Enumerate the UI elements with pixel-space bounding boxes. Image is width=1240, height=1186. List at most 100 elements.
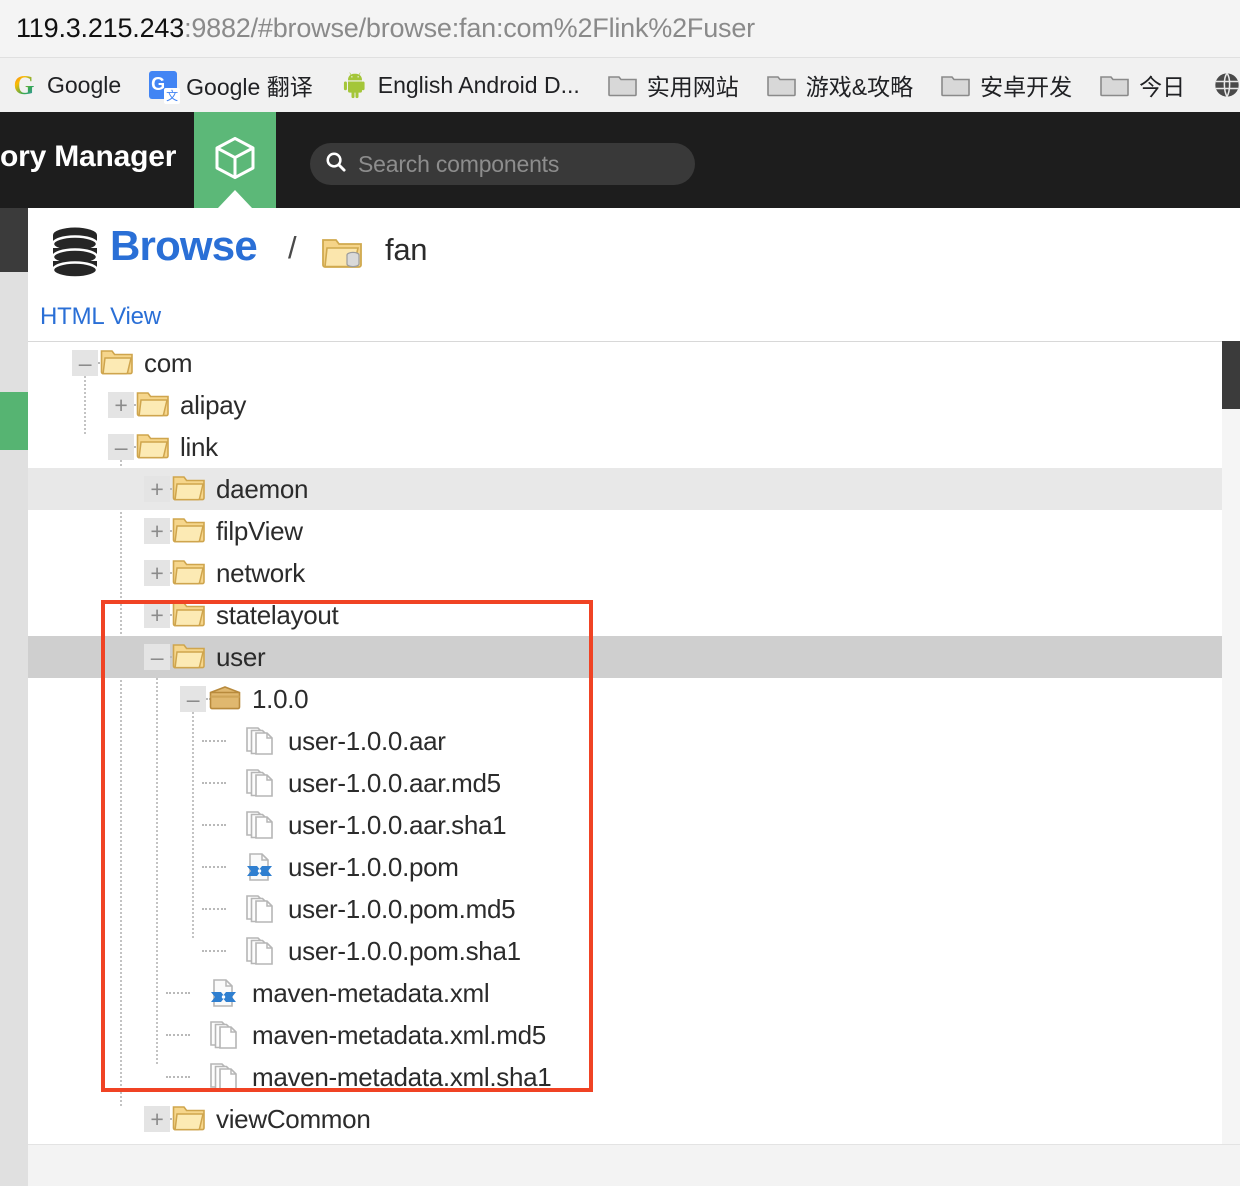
file-icon: [244, 894, 276, 931]
collapse-toggle-icon[interactable]: –: [180, 686, 206, 712]
repository-folder-icon: [321, 236, 363, 275]
tree-node-row[interactable]: + statelayout: [28, 594, 1228, 636]
collapse-toggle-icon[interactable]: –: [108, 434, 134, 460]
tree-node-label[interactable]: user-1.0.0.aar.md5: [288, 768, 501, 799]
tree-node-row[interactable]: user-1.0.0.pom: [28, 846, 1228, 888]
tree-node-label[interactable]: network: [216, 558, 305, 589]
address-bar[interactable]: 119.3.215.243:9882/#browse/browse:fan:co…: [0, 0, 1240, 57]
bookmark-folder-2[interactable]: 游戏&攻略: [753, 63, 927, 107]
page-header: Browse / fan HTML View: [28, 208, 1240, 339]
expand-toggle-icon[interactable]: +: [144, 476, 170, 502]
xml-file-icon: [244, 852, 276, 889]
expand-toggle-icon[interactable]: +: [144, 602, 170, 628]
tree-node-row[interactable]: user-1.0.0.aar.sha1: [28, 804, 1228, 846]
tree-node-row[interactable]: user-1.0.0.aar: [28, 720, 1228, 762]
tree-node-label[interactable]: link: [180, 432, 218, 463]
tree-node-row[interactable]: – 1.0.0: [28, 678, 1228, 720]
page-title: Browse: [110, 222, 258, 269]
bookmark-google-translate[interactable]: Google 翻译: [135, 63, 327, 107]
folder-icon: [172, 516, 206, 551]
tree-connector: [202, 740, 226, 742]
tree-node-label[interactable]: com: [144, 348, 193, 379]
folder-icon: [172, 1104, 206, 1139]
bookmark-label: 安卓开发: [980, 74, 1073, 100]
folder-icon: [136, 390, 170, 425]
tree-node-label[interactable]: user: [216, 642, 266, 673]
tree-node-row[interactable]: user-1.0.0.pom.md5: [28, 888, 1228, 930]
bookmark-folder-1[interactable]: 实用网站: [594, 63, 753, 107]
cube-icon: [211, 133, 259, 188]
tree-connector: [166, 1076, 190, 1078]
tree-connector: [166, 1034, 190, 1036]
tree-node-row[interactable]: maven-metadata.xml: [28, 972, 1228, 1014]
bookmark-english-android[interactable]: English Android D...: [327, 63, 594, 107]
tree-node-label[interactable]: maven-metadata.xml: [252, 978, 490, 1009]
sidebar-rail-lower: [0, 450, 28, 1186]
tree-node-label[interactable]: user-1.0.0.aar.sha1: [288, 810, 507, 841]
app-title: ory Manager: [0, 140, 177, 173]
tree-node-row[interactable]: + daemon: [28, 468, 1228, 510]
tree-node-row[interactable]: user-1.0.0.pom.sha1: [28, 930, 1228, 972]
tree-scrollbar[interactable]: [1222, 341, 1240, 1144]
tree-node-row[interactable]: – user: [28, 636, 1228, 678]
tree-node-row[interactable]: – com: [28, 342, 1228, 384]
bookmark-label: Google 翻译: [186, 74, 313, 100]
folder-icon: [766, 73, 797, 97]
tree-node-label[interactable]: alipay: [180, 390, 246, 421]
search-components-box[interactable]: Search components: [310, 143, 695, 185]
tree-node-row[interactable]: maven-metadata.xml.md5: [28, 1014, 1228, 1056]
tree-node-label[interactable]: filpView: [216, 516, 303, 547]
bookmark-folder-4[interactable]: 今日: [1086, 63, 1199, 107]
tree-node-label[interactable]: statelayout: [216, 600, 339, 631]
tree-node-label[interactable]: daemon: [216, 474, 308, 505]
tree-node-label[interactable]: user-1.0.0.pom: [288, 852, 459, 883]
collapse-toggle-icon[interactable]: –: [144, 644, 170, 670]
tree-node-label[interactable]: maven-metadata.xml.md5: [252, 1020, 546, 1051]
file-icon: [208, 1020, 240, 1057]
tree-node-row[interactable]: + filpView: [28, 510, 1228, 552]
tree-node-label[interactable]: maven-metadata.xml.sha1: [252, 1062, 552, 1093]
file-icon: [208, 1062, 240, 1099]
sidebar-rail-upper: [0, 272, 28, 392]
tree-node-row[interactable]: + viewCommon: [28, 1098, 1228, 1140]
bookmark-label: 实用网站: [646, 74, 739, 100]
bookmark-folder-3[interactable]: 安卓开发: [927, 63, 1086, 107]
url-host: 119.3.215.243: [16, 13, 185, 43]
tree-scrollbar-thumb[interactable]: [1222, 341, 1240, 409]
search-icon: [324, 150, 347, 178]
tree-node-label[interactable]: user-1.0.0.pom.sha1: [288, 936, 521, 967]
bookmark-google[interactable]: Google: [0, 63, 135, 107]
bookmark-label: 游戏&攻略: [805, 74, 914, 100]
tree-node-row[interactable]: maven-metadata.xml.sha1: [28, 1056, 1228, 1098]
tree-node-label[interactable]: user-1.0.0.pom.md5: [288, 894, 516, 925]
tree-node-row[interactable]: + network: [28, 552, 1228, 594]
tree-node-row[interactable]: – link: [28, 426, 1228, 468]
folder-icon: [172, 600, 206, 635]
expand-toggle-icon[interactable]: +: [108, 392, 134, 418]
search-input[interactable]: Search components: [358, 151, 559, 178]
sidebar-rail-active-marker[interactable]: [0, 392, 28, 450]
folder-icon: [172, 558, 206, 593]
html-view-link[interactable]: HTML View: [40, 303, 161, 331]
expand-toggle-icon[interactable]: +: [144, 1106, 170, 1132]
tree-connector: [202, 908, 226, 910]
file-icon: [244, 726, 276, 763]
tree-node-label[interactable]: viewCommon: [216, 1104, 371, 1135]
tree-node-label[interactable]: 1.0.0: [252, 684, 309, 715]
collapse-toggle-icon[interactable]: –: [72, 350, 98, 376]
expand-toggle-icon[interactable]: +: [144, 560, 170, 586]
folder-icon: [172, 474, 206, 509]
tree-node-label[interactable]: user-1.0.0.aar: [288, 726, 446, 757]
component-tree: – com + alipay – link + daemon + filpView + network…: [28, 341, 1240, 1144]
google-translate-icon: [149, 70, 181, 104]
bookmark-globe[interactable]: [1199, 63, 1240, 107]
expand-toggle-icon[interactable]: +: [144, 518, 170, 544]
folder-icon: [172, 642, 206, 677]
globe-icon: [1213, 71, 1240, 99]
tree-node-row[interactable]: + alipay: [28, 384, 1228, 426]
tab-active-pointer: [218, 190, 252, 208]
tree-node-row[interactable]: user-1.0.0.aar.md5: [28, 762, 1228, 804]
url-path: :9882/#browse/browse:fan:com%2Flink%2Fus…: [184, 13, 755, 43]
folder-icon: [941, 73, 971, 97]
bookmark-label: 今日: [1139, 74, 1186, 100]
